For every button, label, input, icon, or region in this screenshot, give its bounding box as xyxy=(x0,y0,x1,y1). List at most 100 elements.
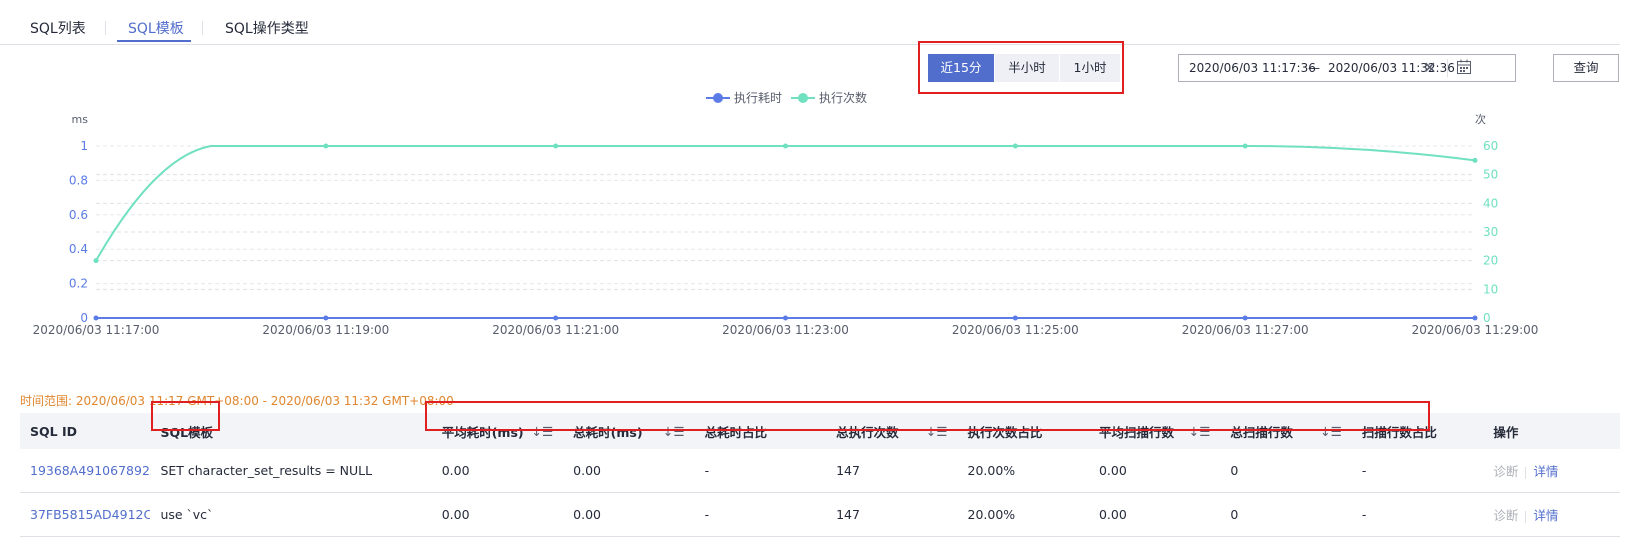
calendar-icon[interactable] xyxy=(1455,58,1473,79)
col-label: 总耗时(ms) xyxy=(573,424,643,440)
sort-icon[interactable]: ↓☰ xyxy=(531,424,553,439)
tab-bar: SQL列表 SQL模板 SQL操作类型 xyxy=(0,0,1620,45)
sort-icon[interactable]: ↓☰ xyxy=(1189,424,1211,439)
legend-marker xyxy=(713,93,723,103)
data-point-exec-count xyxy=(93,258,99,264)
exec-count-pct-cell: 20.00% xyxy=(957,492,1089,537)
half-hour-button[interactable]: 半小时 xyxy=(995,54,1059,82)
date-range-picker[interactable]: 2020/06/03 11:17:36 — 2020/06/03 11:32:3… xyxy=(1178,54,1516,82)
data-point-exec-time xyxy=(93,315,99,321)
tab-sql-operation-type[interactable]: SQL操作类型 xyxy=(225,18,309,38)
data-point-exec-count xyxy=(1242,143,1248,149)
detail-link[interactable]: 详情 xyxy=(1533,508,1558,523)
y-right-tick-label: 50 xyxy=(1483,168,1498,182)
col-sql-template-label: SQL模板 xyxy=(160,424,214,440)
start-date[interactable]: 2020/06/03 11:17:36 xyxy=(1189,61,1316,75)
table-row: 19368A491067892 SET character_set_result… xyxy=(20,449,1620,493)
y-right-tick-label: 20 xyxy=(1483,254,1498,268)
y-right-tick-label: 60 xyxy=(1483,139,1498,153)
y-right-tick-label: 10 xyxy=(1483,282,1498,296)
data-point-exec-time xyxy=(783,315,788,321)
scan-rows-pct-cell: - xyxy=(1351,449,1484,493)
total-time-cell: 0.00 xyxy=(563,492,695,537)
tab-sql-list[interactable]: SQL列表 xyxy=(30,18,86,38)
x-tick-label: 2020/06/03 11:25:00 xyxy=(952,323,1079,337)
col-total-time-pct: 总耗时占比 xyxy=(704,424,768,440)
y-right-tick-label: 40 xyxy=(1483,196,1498,210)
col-label: 总扫描行数 xyxy=(1230,424,1293,440)
sql-template-cell: SET character_set_results = NULL xyxy=(150,449,432,493)
sql-template-table: SQL ID SQL模板 平均耗时(ms) ↓☰ 总耗时(ms) ↓☰ 总耗时占比 … xyxy=(20,413,1620,537)
legend-label: 执行耗时 xyxy=(734,91,782,105)
sql-id-link[interactable]: 37FB5815AD4912CD xyxy=(20,492,151,537)
x-tick-label: 2020/06/03 11:17:00 xyxy=(33,323,160,337)
data-point-exec-time xyxy=(1472,315,1478,321)
sort-icon[interactable]: ↓☰ xyxy=(926,424,948,439)
avg-time-cell: 0.00 xyxy=(431,492,564,537)
action-divider xyxy=(1525,466,1527,479)
y-left-tick-label: 0.2 xyxy=(69,277,88,291)
col-label: 平均耗时(ms) xyxy=(441,424,524,440)
tab-sql-template[interactable]: SQL模板 xyxy=(128,18,184,38)
x-tick-label: 2020/06/03 11:19:00 xyxy=(262,323,389,337)
data-point-exec-count xyxy=(783,143,788,149)
diagnose-link[interactable]: 诊断 xyxy=(1493,508,1518,523)
actions-cell: 诊断 详情 xyxy=(1483,492,1620,537)
one-hour-button[interactable]: 1小时 xyxy=(1060,54,1120,82)
col-exec-count-pct: 执行次数占比 xyxy=(967,424,1043,440)
col-scan-rows-pct: 扫描行数占比 xyxy=(1361,424,1437,440)
last-15-min-button[interactable]: 近15分 xyxy=(928,54,994,82)
diagnose-link[interactable]: 诊断 xyxy=(1493,464,1518,479)
sort-icon[interactable]: ↓☰ xyxy=(663,424,685,439)
x-tick-label: 2020/06/03 11:27:00 xyxy=(1182,323,1309,337)
col-exec-count[interactable]: 总执行次数 ↓☰ xyxy=(826,413,957,449)
x-tick-label: 2020/06/03 11:29:00 xyxy=(1412,323,1539,337)
exec-count-cell: 147 xyxy=(826,449,958,493)
total-time-cell: 0.00 xyxy=(563,449,695,493)
picker-divider xyxy=(1447,59,1448,77)
total-scan-rows-cell: 0 xyxy=(1220,492,1352,537)
avg-time-cell: 0.00 xyxy=(431,449,564,493)
exec-count-cell: 147 xyxy=(826,492,958,537)
y-right-axis-label: 次 xyxy=(1475,112,1486,126)
data-point-exec-count xyxy=(553,143,559,149)
data-point-exec-time xyxy=(1012,315,1018,321)
data-point-exec-time xyxy=(1242,315,1248,321)
total-time-pct-cell: - xyxy=(694,449,827,493)
sql-template-cell: use `vc` xyxy=(150,492,432,537)
sort-icon[interactable]: ↓☰ xyxy=(1320,424,1342,439)
sql-id-link[interactable]: 19368A491067892 xyxy=(20,449,151,493)
col-total-scan-rows[interactable]: 总扫描行数 ↓☰ xyxy=(1220,413,1351,449)
scan-rows-pct-cell: - xyxy=(1351,492,1484,537)
table-row: 37FB5815AD4912CD use `vc` 0.00 0.00 - 14… xyxy=(20,492,1620,537)
tab-separator xyxy=(105,21,106,35)
tab-separator xyxy=(202,21,203,35)
avg-scan-rows-cell: 0.00 xyxy=(1088,492,1221,537)
col-avg-time[interactable]: 平均耗时(ms) ↓☰ xyxy=(432,413,563,449)
table-header-row: SQL ID SQL模板 平均耗时(ms) ↓☰ 总耗时(ms) ↓☰ 总耗时占比 … xyxy=(20,413,1620,449)
legend-label: 执行次数 xyxy=(819,90,867,105)
y-left-tick-label: 0.6 xyxy=(69,208,88,222)
execution-chart: 010203040506000.20.40.60.81ms 次2020/06/03… xyxy=(33,90,1539,337)
col-sql-id: SQL ID xyxy=(30,423,77,439)
actions-cell: 诊断 详情 xyxy=(1483,449,1620,493)
exec-count-pct-cell: 20.00% xyxy=(957,449,1089,493)
col-total-time[interactable]: 总耗时(ms) ↓☰ xyxy=(563,413,694,449)
data-point-exec-count xyxy=(1472,157,1478,163)
y-left-tick-label: 0.4 xyxy=(69,242,88,256)
close-icon[interactable]: ✕ xyxy=(1423,58,1436,77)
x-tick-label: 2020/06/03 11:21:00 xyxy=(492,323,619,337)
data-point-exec-count xyxy=(323,143,329,149)
legend-marker xyxy=(798,93,808,103)
date-separator: — xyxy=(1308,61,1320,75)
time-range-text: 时间范围: 2020/06/03 11:17 GMT+08:00 - 2020/… xyxy=(20,394,454,408)
y-left-tick-label: 0.8 xyxy=(69,173,88,187)
detail-link[interactable]: 详情 xyxy=(1533,464,1558,479)
query-button[interactable]: 查询 xyxy=(1553,54,1619,82)
col-label: 平均扫描行数 xyxy=(1098,424,1174,440)
data-point-exec-time xyxy=(323,315,329,321)
data-point-exec-count xyxy=(1012,143,1018,149)
col-avg-scan-rows[interactable]: 平均扫描行数 ↓☰ xyxy=(1089,413,1220,449)
data-point-exec-time xyxy=(553,315,559,321)
col-actions: 操作 xyxy=(1493,424,1519,440)
